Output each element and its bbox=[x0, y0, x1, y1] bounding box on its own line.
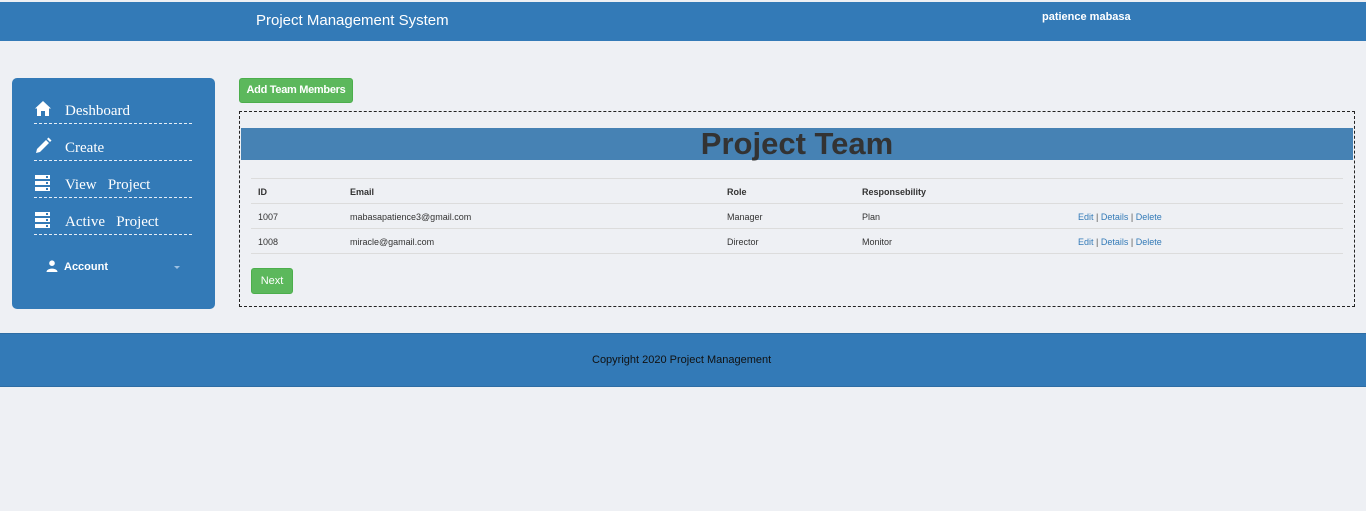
column-header-responsibility: Responsebility bbox=[862, 187, 927, 197]
cell-id: 1008 bbox=[258, 237, 279, 247]
cell-responsibility: Plan bbox=[862, 212, 881, 222]
cell-email: mabasapatience3@gmail.com bbox=[350, 212, 472, 222]
link-separator: | bbox=[1128, 212, 1136, 222]
footer: Copyright 2020 Project Management bbox=[0, 333, 1366, 387]
sidebar-item-dashboard[interactable]: Deshboard bbox=[34, 100, 192, 124]
column-header-role: Role bbox=[727, 187, 747, 197]
add-team-members-button[interactable]: Add Team Members bbox=[239, 78, 353, 103]
project-team-panel: Project Team ID Email Role Responsebilit… bbox=[239, 111, 1355, 307]
delete-link[interactable]: Delete bbox=[1136, 212, 1162, 222]
sidebar-item-label: Create bbox=[65, 140, 105, 156]
top-navbar: Project Management System patience mabas… bbox=[0, 2, 1366, 41]
cell-role: Director bbox=[727, 237, 759, 247]
sidebar-item-label: Deshboard bbox=[65, 103, 130, 119]
details-link[interactable]: Details bbox=[1101, 237, 1129, 247]
cell-id: 1007 bbox=[258, 212, 279, 222]
column-header-id: ID bbox=[258, 187, 267, 197]
table-row: 1008 miracle@gamail.com Director Monitor… bbox=[251, 229, 1343, 254]
user-name[interactable]: patience mabasa bbox=[1042, 11, 1131, 23]
sidebar-item-view-project[interactable]: View Project bbox=[34, 174, 192, 198]
caret-down-icon bbox=[174, 266, 180, 269]
team-table: ID Email Role Responsebility 1007 mabasa… bbox=[251, 178, 1343, 254]
page-title: Project Team bbox=[700, 126, 894, 161]
panel-header: Project Team bbox=[241, 128, 1353, 160]
app-title[interactable]: Project Management System bbox=[256, 12, 449, 29]
link-separator: | bbox=[1093, 212, 1101, 222]
edit-link[interactable]: Edit bbox=[1078, 212, 1094, 222]
user-icon bbox=[46, 260, 58, 272]
pencil-icon bbox=[36, 137, 52, 153]
copyright-text: Copyright 2020 Project Management bbox=[592, 354, 772, 366]
link-separator: | bbox=[1128, 237, 1136, 247]
details-link[interactable]: Details bbox=[1101, 212, 1129, 222]
account-label: Account bbox=[64, 261, 108, 273]
sidebar-item-create[interactable]: Create bbox=[34, 137, 192, 161]
table-header-row: ID Email Role Responsebility bbox=[251, 179, 1343, 204]
table-row: 1007 mabasapatience3@gmail.com Manager P… bbox=[251, 204, 1343, 229]
account-dropdown[interactable]: Account bbox=[46, 259, 186, 277]
sidebar-item-label: View Project bbox=[65, 177, 151, 193]
server-icon bbox=[35, 212, 50, 228]
cell-email: miracle@gamail.com bbox=[350, 237, 435, 247]
cell-responsibility: Monitor bbox=[862, 237, 893, 247]
cell-role: Manager bbox=[727, 212, 763, 222]
row-actions: Edit | Details | Delete bbox=[1078, 212, 1162, 222]
row-actions: Edit | Details | Delete bbox=[1078, 237, 1162, 247]
edit-link[interactable]: Edit bbox=[1078, 237, 1094, 247]
sidebar-item-active-project[interactable]: Active Project bbox=[34, 211, 192, 235]
column-header-email: Email bbox=[350, 187, 375, 197]
sidebar: Deshboard Create View Project Active Pro… bbox=[12, 78, 215, 309]
delete-link[interactable]: Delete bbox=[1136, 237, 1162, 247]
server-icon bbox=[35, 175, 50, 191]
sidebar-item-label: Active Project bbox=[65, 214, 159, 230]
link-separator: | bbox=[1093, 237, 1101, 247]
home-icon bbox=[35, 101, 51, 116]
next-button[interactable]: Next bbox=[251, 268, 293, 294]
